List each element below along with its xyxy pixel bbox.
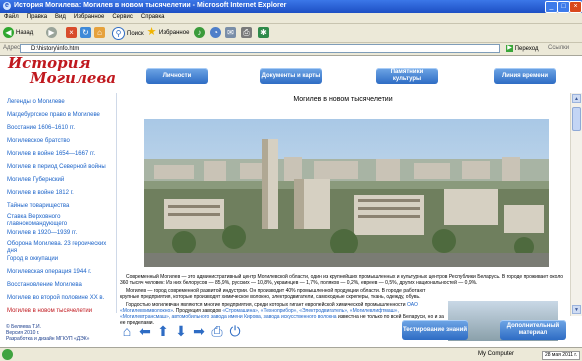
media-icon: ♪	[194, 27, 205, 38]
sidebar-item-stavka[interactable]: Ставка Верховного главнокомандующего	[7, 214, 77, 228]
history-icon: ◔	[210, 27, 221, 38]
sidebar-item-uprising[interactable]: Восстание 1606–1610 гг.	[7, 125, 115, 132]
sidebar-item-magdeburg-law[interactable]: Магдебургское право в Могилеве	[7, 112, 115, 119]
home-button[interactable]: ⌂	[94, 27, 107, 39]
menu-edit[interactable]: Правка	[23, 13, 51, 20]
status-bar: My Computer 28 мая 2011 г.	[0, 347, 582, 361]
sidebar-item-defense[interactable]: Оборона Могилева. 23 героических дня	[7, 241, 115, 255]
home-icon: ⌂	[94, 27, 105, 38]
copyright-block: © Беляева Т.И. Версия 2010 г. Разработка…	[6, 324, 90, 342]
search-icon: ⚲	[112, 27, 125, 40]
search-button[interactable]: ⚲ Поиск	[112, 27, 144, 40]
print-button[interactable]: ⎙	[241, 27, 254, 39]
page-status-icon	[2, 349, 13, 360]
main-content: Могилев в новом тысячелетии Современный …	[118, 93, 568, 341]
refresh-icon: ↻	[80, 27, 91, 38]
taskbar-clock: 28 мая 2011 г.	[541, 351, 580, 360]
test-knowledge-button[interactable]: Тестирование знаний	[402, 320, 468, 340]
close-button[interactable]: ×	[569, 1, 582, 13]
paragraph-industry: Могилев — город современной развитой инд…	[120, 288, 426, 300]
forward-button[interactable]: ▶	[46, 27, 59, 39]
window-title: История Могилева: Могилев в новом тысяче…	[14, 2, 287, 9]
sidebar-item-secret-societies[interactable]: Тайные товарищества	[7, 203, 115, 210]
sidebar-divider	[116, 93, 117, 313]
menu-favorites[interactable]: Избранное	[70, 13, 108, 20]
city-panorama-photo	[144, 119, 549, 267]
nav-timeline[interactable]: Линия времени	[494, 68, 556, 84]
nav-documents-maps[interactable]: Документы и карты	[260, 68, 322, 84]
refresh-button[interactable]: ↻	[80, 27, 93, 39]
toolbar: ◀ Назад ▶ × ↻ ⌂ ⚲ Поиск ★ Избранное ♪ ◔ ✉ ⎙…	[0, 24, 582, 43]
scroll-thumb[interactable]	[572, 107, 581, 131]
scroll-up-icon[interactable]: ▲	[572, 94, 581, 103]
paragraph-population: Современный Могилев — это административн…	[120, 274, 564, 286]
stop-button[interactable]: ×	[66, 27, 79, 39]
menu-tools[interactable]: Сервис	[108, 13, 137, 20]
ie-logo-icon: e	[3, 2, 11, 10]
menu-help[interactable]: Справка	[137, 13, 169, 20]
arrow-left-icon[interactable]: ⬅	[138, 324, 152, 338]
scroll-down-icon[interactable]: ▼	[572, 305, 581, 314]
site-logo[interactable]: История Могилева	[8, 56, 116, 86]
sidebar-item-new-millennium[interactable]: Могилев в новом тысячелетии	[7, 308, 115, 315]
sidebar-item-gubernsky[interactable]: Могилев Губернский	[7, 177, 115, 184]
arrow-up-icon[interactable]: ⬆	[156, 324, 170, 338]
arrow-right-icon[interactable]: ➡	[192, 324, 206, 338]
menu-bar: Файл Правка Вид Избранное Сервис Справка	[0, 13, 582, 24]
sidebar-item-1920-1939[interactable]: Могилев в 1920—1939 гг.	[7, 230, 115, 237]
history-button[interactable]: ◔	[210, 27, 223, 39]
links-label[interactable]: Ссылки	[548, 45, 569, 51]
address-label: Адрес	[3, 45, 21, 51]
exit-icon[interactable]: ⏻	[228, 324, 242, 338]
favorites-button[interactable]: ★ Избранное	[146, 26, 190, 39]
bottom-navigation: ⌂ ⬅ ⬆ ⬇ ➡ ⎙ ⏻ Тестирование знаний Дополн…	[118, 318, 580, 346]
back-arrow-icon: ◀	[3, 27, 14, 38]
mail-button[interactable]: ✉	[225, 27, 238, 39]
additional-material-button[interactable]: Дополнительный материал	[500, 320, 566, 340]
print-icon[interactable]: ⎙	[210, 324, 224, 338]
forward-arrow-icon: ▶	[46, 27, 57, 38]
go-button[interactable]: ▶ Переход	[506, 44, 539, 54]
address-bar: Адрес D:\history\info.htm ▶ Переход Ссыл…	[0, 43, 582, 56]
messenger-button[interactable]: ✱	[258, 27, 271, 39]
web-page: История Могилева Личности Документы и ка…	[0, 56, 582, 346]
media-button[interactable]: ♪	[194, 27, 207, 39]
sidebar-item-restoration[interactable]: Восстановление Могилева	[7, 282, 115, 289]
title-bar: e История Могилева: Могилев в новом тыся…	[0, 0, 582, 13]
sidebar-item-legends[interactable]: Легенды о Могилеве	[7, 99, 115, 106]
address-input[interactable]: D:\history\info.htm	[20, 44, 500, 53]
site-header: История Могилева Личности Документы и ка…	[0, 56, 582, 93]
go-arrow-icon: ▶	[506, 44, 513, 52]
sidebar-item-northern-war[interactable]: Могилев в период Северной войны	[7, 164, 115, 171]
nav-monuments[interactable]: Памятники культуры	[376, 68, 438, 84]
menu-view[interactable]: Вид	[51, 13, 70, 20]
stop-icon: ×	[66, 27, 77, 38]
mail-icon: ✉	[225, 27, 236, 38]
sidebar: Легенды о Могилеве Магдебургское право в…	[0, 93, 118, 338]
sidebar-item-20th-century[interactable]: Могилев во второй половине XX в.	[7, 295, 115, 302]
content-title: Могилев в новом тысячелетии	[293, 96, 393, 103]
sidebar-item-brotherhood[interactable]: Могилевское братство	[7, 138, 115, 145]
nav-personalities[interactable]: Личности	[146, 68, 208, 84]
city-panorama-illustration	[144, 119, 549, 267]
back-button[interactable]: ◀ Назад	[3, 27, 33, 39]
sidebar-item-operation-1944[interactable]: Могилевская операция 1944 г.	[7, 269, 115, 276]
messenger-icon: ✱	[258, 27, 269, 38]
security-zone: My Computer	[478, 351, 515, 357]
sidebar-item-war-1812[interactable]: Могилев в войне 1812 г.	[7, 190, 115, 197]
print-icon: ⎙	[241, 27, 252, 38]
home-icon[interactable]: ⌂	[120, 324, 134, 338]
sidebar-item-occupation[interactable]: Город в оккупации	[7, 256, 115, 263]
menu-file[interactable]: Файл	[0, 13, 23, 20]
sidebar-item-war-1654[interactable]: Могилев в войне 1654—1667 гг.	[7, 151, 115, 158]
vertical-scrollbar[interactable]: ▲ ▼	[570, 93, 582, 316]
arrow-down-icon[interactable]: ⬇	[174, 324, 188, 338]
star-icon: ★	[146, 26, 157, 38]
